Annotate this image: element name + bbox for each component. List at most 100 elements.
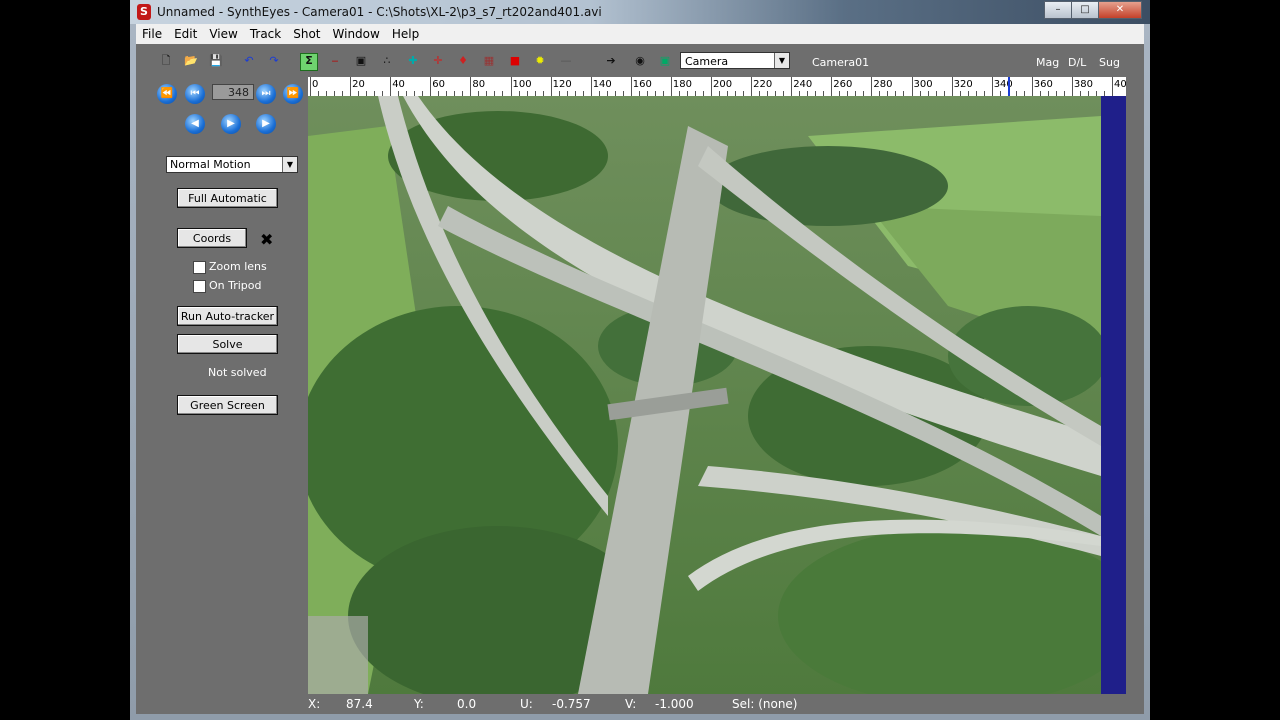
timeline-tick	[871, 77, 873, 96]
minimize-button[interactable]: –	[1044, 1, 1072, 19]
timeline-tick	[390, 77, 392, 96]
timeline-tick	[510, 77, 512, 96]
previous-key-button[interactable]: ⏮	[185, 84, 205, 104]
arrow-right-icon[interactable]: ➔	[604, 54, 618, 68]
timeline-tick-label: 400	[1114, 79, 1126, 90]
camera-name-label: Camera01	[812, 56, 870, 69]
run-autotracker-button[interactable]: Run Auto-tracker	[177, 306, 278, 326]
x-label: X:	[308, 697, 321, 711]
crosshair-icon[interactable]: ✛	[431, 54, 445, 68]
save-icon[interactable]: 💾	[209, 54, 223, 68]
timeline-tick-label: 220	[753, 79, 773, 90]
chevron-down-icon[interactable]: ▼	[774, 53, 789, 68]
timeline-tick-label: 180	[672, 79, 692, 90]
tracker-tool-icon[interactable]: ‒	[328, 54, 342, 68]
menu-view[interactable]: View	[203, 27, 243, 41]
camera-person-icon[interactable]: ▣	[354, 54, 368, 68]
open-folder-icon[interactable]: 📂	[184, 54, 198, 68]
timeline-tick	[670, 77, 672, 96]
green-screen-button[interactable]: Green Screen	[177, 395, 278, 415]
fast-forward-to-end-button[interactable]: ⏩	[283, 84, 303, 104]
timeline-tick	[470, 77, 472, 96]
timeline-tick	[350, 77, 352, 96]
timeline-tick	[310, 77, 311, 96]
line-tool-icon[interactable]: —	[559, 54, 573, 68]
new-file-icon[interactable]: 🗋	[159, 54, 173, 68]
light-icon[interactable]: ✹	[533, 54, 547, 68]
y-label: Y:	[414, 697, 424, 711]
menu-shot[interactable]: Shot	[287, 27, 326, 41]
timeline-tick	[831, 77, 833, 96]
timeline-tick-label: 80	[472, 79, 486, 90]
timeline-tick-label: 120	[552, 79, 572, 90]
chevron-down-icon[interactable]: ▼	[282, 157, 297, 172]
next-key-button[interactable]: ⏭	[256, 84, 276, 104]
on-tripod-label: On Tripod	[209, 279, 262, 292]
solve-button[interactable]: Solve	[177, 334, 278, 354]
full-automatic-button[interactable]: Full Automatic	[177, 188, 278, 208]
timeline-tick-label: 40	[392, 79, 405, 90]
motion-mode-value: Normal Motion	[170, 158, 251, 171]
solve-status: Not solved	[208, 366, 267, 379]
step-back-button[interactable]: ◀	[185, 114, 205, 134]
menu-file[interactable]: File	[136, 27, 168, 41]
main-client-area: 🗋 📂 💾 ↶ ↷ Σ ‒ ▣ ∴ ✚ ✛ ♦ ▦ ■ ✹ — ➔ ◉ ▣ Ca…	[136, 44, 1144, 714]
redo-icon[interactable]: ↷	[267, 54, 281, 68]
menu-track[interactable]: Track	[244, 27, 287, 41]
menu-window[interactable]: Window	[327, 27, 386, 41]
timeline-tick-label: 260	[833, 79, 853, 90]
window-title: Unnamed - SynthEyes - Camera01 - C:\Shot…	[157, 5, 602, 19]
on-tripod-checkbox[interactable]	[193, 280, 206, 293]
timeline-tick-label: 300	[913, 79, 933, 90]
menu-edit[interactable]: Edit	[168, 27, 203, 41]
motion-mode-select[interactable]: Normal Motion ▼	[166, 156, 298, 173]
coords-button[interactable]: Coords	[177, 228, 247, 248]
undo-icon[interactable]: ↶	[242, 54, 256, 68]
v-value: -1.000	[655, 697, 694, 711]
dl-toggle[interactable]: D/L	[1068, 56, 1086, 69]
camera-viewport[interactable]: ↑	[308, 96, 1126, 694]
close-button[interactable]: ✕	[1098, 1, 1142, 19]
zoom-lens-label: Zoom lens	[209, 260, 267, 273]
summary-sigma-icon[interactable]: Σ	[300, 53, 318, 71]
menu-help[interactable]: Help	[386, 27, 425, 41]
rewind-to-start-button[interactable]: ⏪	[157, 84, 177, 104]
timeline-tick-label: 0	[312, 79, 319, 90]
move-tool-icon[interactable]: ✚	[406, 54, 420, 68]
step-forward-button[interactable]: ▶	[256, 114, 276, 134]
zoom-lens-checkbox[interactable]	[193, 261, 206, 274]
hierarchy-icon[interactable]: ∴	[380, 54, 394, 68]
camera-select[interactable]: Camera ▼	[680, 52, 790, 69]
timeline-tick-label: 140	[592, 79, 612, 90]
timeline-tick-label: 380	[1073, 79, 1093, 90]
selection-status: Sel: (none)	[732, 697, 798, 711]
v-label: V:	[625, 697, 637, 711]
grid-icon[interactable]: ▦	[482, 54, 496, 68]
status-bar: X: 87.4 Y: 0.0 U: -0.757 V: -1.000 Sel: …	[308, 694, 1144, 714]
cube-icon[interactable]: ■	[508, 54, 522, 68]
maximize-button[interactable]: □	[1071, 1, 1099, 19]
timeline-ruler[interactable]: 0 20 40 60 80 100 120 140 160 180 200 220 240 260 280 3…	[308, 77, 1126, 96]
viewport-icon[interactable]: ▣	[658, 54, 672, 68]
menu-bar: File Edit View Track Shot Window Help	[136, 24, 1144, 44]
sug-toggle[interactable]: Sug	[1099, 56, 1120, 69]
u-value: -0.757	[552, 697, 591, 711]
frame-number-field[interactable]: 348	[212, 84, 254, 100]
timeline-tick-label: 200	[713, 79, 733, 90]
play-button[interactable]: ▶	[221, 114, 241, 134]
film-frame-icon[interactable]: ◉	[633, 54, 647, 68]
timeline-tick	[550, 77, 552, 96]
clear-coords-icon[interactable]: ✖	[260, 230, 273, 249]
marker-icon[interactable]: ♦	[456, 54, 470, 68]
timeline-tick	[751, 77, 753, 96]
timeline-tick	[430, 77, 432, 96]
current-frame-marker[interactable]	[1007, 77, 1010, 96]
mag-toggle[interactable]: Mag	[1036, 56, 1059, 69]
camera-select-value: Camera	[685, 55, 729, 68]
u-label: U:	[520, 697, 533, 711]
timeline-tick	[1071, 77, 1073, 96]
title-bar[interactable]: S Unnamed - SynthEyes - Camera01 - C:\Sh…	[130, 0, 1150, 24]
timeline-tick	[590, 77, 592, 96]
timeline-tick-label: 240	[793, 79, 813, 90]
timeline-tick	[991, 77, 993, 96]
